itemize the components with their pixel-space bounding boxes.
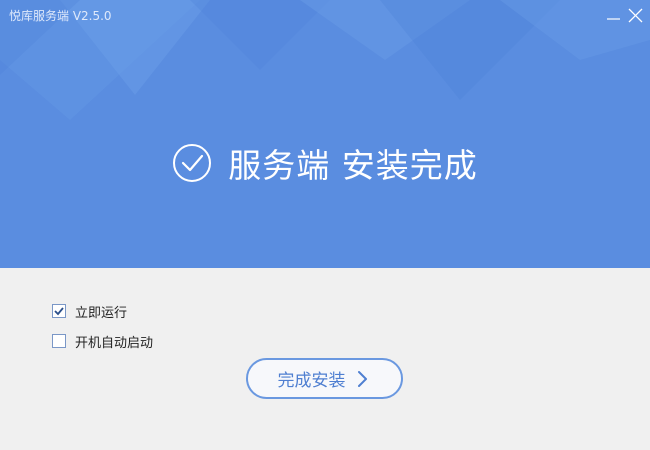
finish-install-label: 完成安装 [277, 371, 346, 391]
check-circle-icon [173, 144, 212, 182]
run-now-checkbox[interactable] [52, 304, 66, 318]
completion-message: 服务端 安装完成 [228, 146, 478, 185]
finish-install-button[interactable]: 完成安装 [246, 358, 403, 399]
autostart-option[interactable]: 开机自动启动 [52, 332, 154, 351]
close-button[interactable] [625, 4, 647, 26]
minimize-button[interactable] [603, 4, 625, 26]
chevron-right-icon [357, 370, 367, 387]
run-now-label: 立即运行 [75, 305, 128, 321]
banner-background [0, 0, 650, 268]
window-title: 悦库服务端 V2.5.0 [9, 9, 112, 23]
autostart-checkbox[interactable] [52, 334, 66, 348]
autostart-label: 开机自动启动 [75, 335, 154, 351]
close-icon [628, 8, 643, 23]
completion-banner: 服务端 安装完成 [0, 141, 650, 185]
title-bar: 悦库服务端 V2.5.0 [0, 0, 650, 30]
header-banner: 悦库服务端 V2.5.0 服务端 安装完成 [0, 0, 650, 268]
run-now-option[interactable]: 立即运行 [52, 302, 128, 321]
checkmark-icon [54, 307, 64, 316]
minimize-icon [607, 18, 620, 20]
installer-window: 悦库服务端 V2.5.0 服务端 安装完成 立即运行 开机自动启动 完成安装 [0, 0, 650, 450]
